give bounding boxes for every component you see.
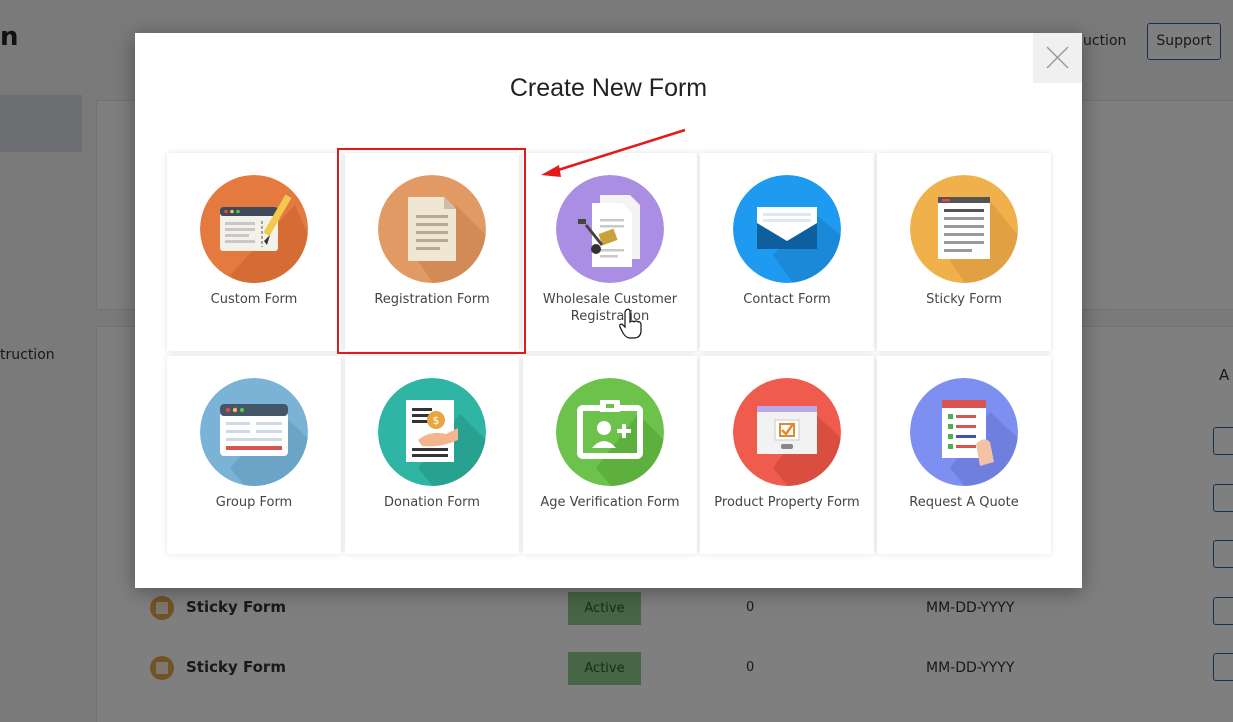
form-option-label: Group Form [215,495,293,510]
sticky-form-icon [910,175,1018,283]
product-property-icon [733,378,841,486]
form-option-label: Registration Form [374,292,490,307]
form-option-registration[interactable]: Registration Form [345,153,519,351]
quote-checklist-icon [910,378,1018,486]
form-option-label: Request A Quote [909,495,1019,510]
envelope-icon [733,175,841,283]
registration-form-icon [378,175,486,283]
form-option-request-quote[interactable]: Request A Quote [877,356,1051,554]
form-option-group[interactable]: Group Form [167,356,341,554]
form-option-label: Sticky Form [926,292,1002,307]
donation-icon: $ [378,378,486,486]
id-card-icon [556,378,664,486]
form-option-age-verification[interactable]: Age Verification Form [523,356,697,554]
create-form-modal: Create New Form Custom Form Registration… [135,33,1082,588]
close-button[interactable] [1033,33,1082,83]
form-option-product-property[interactable]: Product Property Form [700,356,874,554]
form-option-wholesale[interactable]: Wholesale Customer Registration [523,153,697,351]
form-option-label: Contact Form [743,292,831,307]
modal-title: Create New Form [509,74,708,102]
svg-text:$: $ [433,414,440,427]
wholesale-registration-icon [556,175,664,283]
form-option-sticky[interactable]: Sticky Form [877,153,1051,351]
form-option-label: Wholesale Customer Registration [542,292,678,324]
form-option-label: Custom Form [210,292,298,307]
form-option-label: Donation Form [384,495,480,510]
form-option-label: Age Verification Form [540,495,680,510]
form-option-contact[interactable]: Contact Form [700,153,874,351]
custom-form-icon [200,175,308,283]
close-icon [1046,46,1069,69]
group-form-icon [200,378,308,486]
form-option-custom[interactable]: Custom Form [167,153,341,351]
form-option-donation[interactable]: $ Donation Form [345,356,519,554]
form-option-label: Product Property Form [714,495,860,510]
